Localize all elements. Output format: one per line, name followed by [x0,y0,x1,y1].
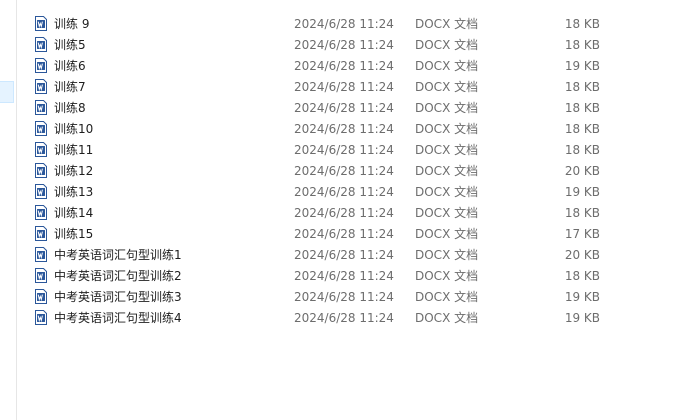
word-doc-icon [35,16,47,31]
file-type: DOCX 文档 [415,269,479,283]
file-name: 训练 9 [54,17,90,31]
file-size: 20 KB [564,163,600,178]
file-row[interactable]: 中考英语词汇句型训练2 2024/6/28 11:24 DOCX 文档 18 KB [17,265,689,286]
file-type: DOCX 文档 [415,59,479,73]
file-size: 18 KB [564,268,600,283]
word-doc-icon [35,121,47,136]
file-name: 训练12 [54,164,94,178]
word-doc-icon [35,79,47,94]
file-date-modified: 2024/6/28 11:24 [294,79,394,94]
file-size: 18 KB [564,100,600,115]
file-date-modified: 2024/6/28 11:24 [294,184,394,199]
file-name: 训练7 [54,80,86,94]
word-doc-icon [35,310,47,325]
file-size: 19 KB [564,184,600,199]
file-row[interactable]: 训练15 2024/6/28 11:24 DOCX 文档 17 KB [17,223,689,244]
file-date-modified: 2024/6/28 11:24 [294,121,394,136]
file-row[interactable]: 中考英语词汇句型训练1 2024/6/28 11:24 DOCX 文档 20 KB [17,244,689,265]
file-date-modified: 2024/6/28 11:24 [294,142,394,157]
file-type: DOCX 文档 [415,185,479,199]
file-size: 18 KB [564,79,600,94]
file-name: 训练11 [54,143,94,157]
file-type: DOCX 文档 [415,248,479,262]
word-doc-icon [35,163,47,178]
file-name: 中考英语词汇句型训练3 [54,290,182,304]
file-type: DOCX 文档 [415,101,479,115]
file-date-modified: 2024/6/28 11:24 [294,163,394,178]
file-row[interactable]: 训练7 2024/6/28 11:24 DOCX 文档 18 KB [17,76,689,97]
file-row[interactable]: 训练11 2024/6/28 11:24 DOCX 文档 18 KB [17,139,689,160]
file-date-modified: 2024/6/28 11:24 [294,58,394,73]
file-size: 18 KB [564,142,600,157]
file-type: DOCX 文档 [415,227,479,241]
word-doc-icon [35,268,47,283]
file-name: 训练5 [54,38,86,52]
file-type: DOCX 文档 [415,143,479,157]
file-date-modified: 2024/6/28 11:24 [294,310,394,325]
file-date-modified: 2024/6/28 11:24 [294,268,394,283]
file-date-modified: 2024/6/28 11:24 [294,247,394,262]
file-name: 中考英语词汇句型训练1 [54,248,182,262]
file-name: 训练13 [54,185,94,199]
file-size: 18 KB [564,205,600,220]
word-doc-icon [35,58,47,73]
file-name: 中考英语词汇句型训练2 [54,269,182,283]
file-size: 18 KB [564,16,600,31]
file-name: 训练6 [54,59,86,73]
file-date-modified: 2024/6/28 11:24 [294,100,394,115]
word-doc-icon [35,226,47,241]
file-name: 训练8 [54,101,86,115]
file-row[interactable]: 训练 9 2024/6/28 11:24 DOCX 文档 18 KB [17,13,689,34]
file-row[interactable]: 中考英语词汇句型训练3 2024/6/28 11:24 DOCX 文档 19 KB [17,286,689,307]
file-type: DOCX 文档 [415,17,479,31]
file-name: 中考英语词汇句型训练4 [54,311,182,325]
word-doc-icon [35,184,47,199]
file-name: 训练14 [54,206,94,220]
word-doc-icon [35,289,47,304]
file-name: 训练10 [54,122,94,136]
file-row[interactable]: 中考英语词汇句型训练4 2024/6/28 11:24 DOCX 文档 19 KB [17,307,689,328]
file-list: 训练 9 2024/6/28 11:24 DOCX 文档 18 KB 训练5 2024/6… [17,13,689,328]
word-doc-icon [35,247,47,262]
file-type: DOCX 文档 [415,164,479,178]
navigation-pane[interactable] [0,0,17,420]
word-doc-icon [35,142,47,157]
file-size: 20 KB [564,247,600,262]
file-type: DOCX 文档 [415,80,479,94]
file-row[interactable]: 训练6 2024/6/28 11:24 DOCX 文档 19 KB [17,55,689,76]
file-name: 训练15 [54,227,94,241]
file-size: 18 KB [564,37,600,52]
file-row[interactable]: 训练14 2024/6/28 11:24 DOCX 文档 18 KB [17,202,689,223]
file-size: 19 KB [564,310,600,325]
file-type: DOCX 文档 [415,206,479,220]
word-doc-icon [35,37,47,52]
file-type: DOCX 文档 [415,38,479,52]
file-row[interactable]: 训练12 2024/6/28 11:24 DOCX 文档 20 KB [17,160,689,181]
file-row[interactable]: 训练8 2024/6/28 11:24 DOCX 文档 18 KB [17,97,689,118]
word-doc-icon [35,100,47,115]
file-date-modified: 2024/6/28 11:24 [294,37,394,52]
file-type: DOCX 文档 [415,311,479,325]
word-doc-icon [35,205,47,220]
file-date-modified: 2024/6/28 11:24 [294,226,394,241]
file-row[interactable]: 训练5 2024/6/28 11:24 DOCX 文档 18 KB [17,34,689,55]
file-size: 19 KB [564,289,600,304]
file-size: 19 KB [564,58,600,73]
file-row[interactable]: 训练10 2024/6/28 11:24 DOCX 文档 18 KB [17,118,689,139]
file-row[interactable]: 训练13 2024/6/28 11:24 DOCX 文档 19 KB [17,181,689,202]
file-type: DOCX 文档 [415,290,479,304]
file-type: DOCX 文档 [415,122,479,136]
file-size: 18 KB [564,121,600,136]
file-date-modified: 2024/6/28 11:24 [294,205,394,220]
file-date-modified: 2024/6/28 11:24 [294,289,394,304]
file-date-modified: 2024/6/28 11:24 [294,16,394,31]
navigation-pane-selected-item[interactable] [0,81,14,103]
file-size: 17 KB [564,226,600,241]
